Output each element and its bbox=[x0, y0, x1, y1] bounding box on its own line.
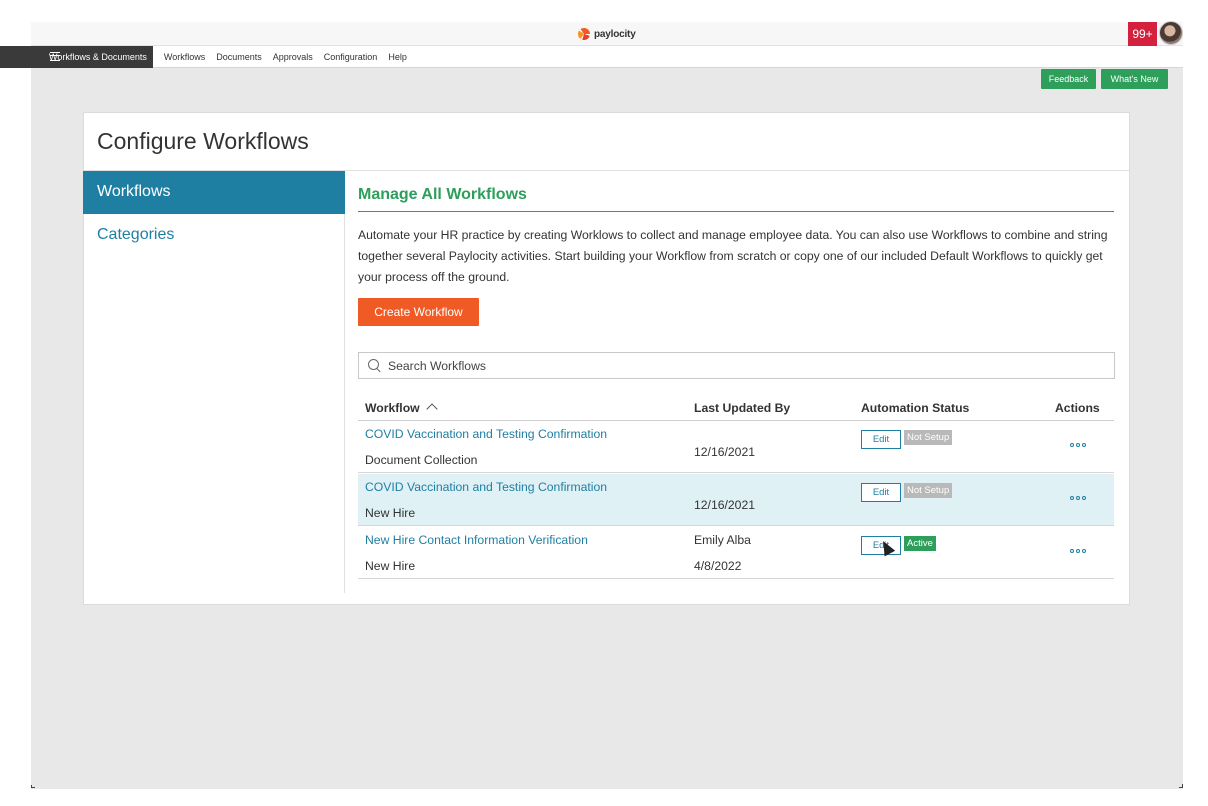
nav-item-configuration[interactable]: Configuration bbox=[324, 52, 378, 62]
section-title: Manage All Workflows bbox=[358, 186, 527, 203]
column-header-workflow[interactable]: Workflow bbox=[365, 401, 438, 415]
sidebar-item-workflows[interactable]: Workflows bbox=[83, 171, 345, 214]
sidebar-divider bbox=[344, 171, 345, 593]
section-divider bbox=[358, 211, 1114, 212]
search-input[interactable] bbox=[388, 358, 1088, 373]
last-updated-date: 12/16/2021 bbox=[694, 498, 755, 512]
column-header-last-updated-by: Last Updated By bbox=[694, 401, 791, 415]
status-badge: Not Setup bbox=[904, 483, 953, 498]
workflow-name-link[interactable]: COVID Vaccination and Testing Confirmati… bbox=[365, 480, 607, 494]
hamburger-icon bbox=[50, 51, 60, 61]
search-box[interactable] bbox=[358, 352, 1115, 379]
last-updated-date: 12/16/2021 bbox=[694, 445, 755, 459]
feedback-button[interactable]: Feedback bbox=[1041, 69, 1096, 89]
workflow-category: New Hire bbox=[365, 506, 416, 520]
workflows-documents-menu[interactable]: Workflows & Documents bbox=[0, 45, 153, 68]
workflow-name-link[interactable]: COVID Vaccination and Testing Confirmati… bbox=[365, 427, 607, 441]
logo-text: paylocity bbox=[594, 28, 636, 40]
status-badge: Active bbox=[904, 536, 936, 551]
paylocity-logo[interactable]: paylocity bbox=[578, 26, 636, 42]
create-workflow-button[interactable]: Create Workflow bbox=[358, 298, 479, 326]
table-row: COVID Vaccination and Testing Confirmati… bbox=[358, 421, 1114, 473]
whats-new-button[interactable]: What's New bbox=[1101, 69, 1168, 89]
sidebar-item-categories[interactable]: Categories bbox=[97, 226, 174, 244]
workflow-category: New Hire bbox=[365, 559, 416, 573]
column-header-automation-status: Automation Status bbox=[861, 401, 970, 415]
edit-automation-button[interactable]: Edit bbox=[861, 483, 901, 502]
description-text: Automate your HR practice by creating Wo… bbox=[358, 228, 1108, 284]
table-row: COVID Vaccination and Testing Confirmati… bbox=[358, 474, 1114, 526]
table-row: New Hire Contact Information Verificatio… bbox=[358, 527, 1114, 579]
nav-main-label: Workflows & Documents bbox=[49, 51, 147, 62]
page-title: Configure Workflows bbox=[97, 128, 309, 154]
search-icon bbox=[368, 358, 382, 373]
nav-bar: Workflows & Documents Workflows Document… bbox=[0, 45, 1183, 68]
workflow-name-link[interactable]: New Hire Contact Information Verificatio… bbox=[365, 533, 588, 547]
last-updated-date: 4/8/2022 bbox=[694, 559, 742, 573]
last-updated-by-name: Emily Alba bbox=[694, 533, 751, 547]
more-actions-icon[interactable] bbox=[1070, 496, 1086, 501]
notification-badge[interactable]: 99+ bbox=[1128, 22, 1157, 46]
window-corner-icon bbox=[31, 785, 35, 788]
more-actions-icon[interactable] bbox=[1070, 443, 1086, 448]
edit-automation-button[interactable]: Edit bbox=[861, 430, 901, 449]
paylocity-logo-icon bbox=[578, 28, 590, 40]
avatar[interactable] bbox=[1159, 21, 1183, 45]
nav-item-documents[interactable]: Documents bbox=[216, 52, 262, 62]
column-workflow-label: Workflow bbox=[365, 401, 420, 415]
more-actions-icon[interactable] bbox=[1070, 549, 1086, 554]
workflow-category: Document Collection bbox=[365, 453, 478, 467]
column-header-actions: Actions bbox=[1055, 401, 1100, 415]
status-badge: Not Setup bbox=[904, 430, 953, 445]
nav-item-workflows[interactable]: Workflows bbox=[164, 52, 205, 62]
sort-ascending-icon[interactable] bbox=[425, 403, 438, 415]
nav-item-help[interactable]: Help bbox=[388, 52, 407, 62]
nav-item-approvals[interactable]: Approvals bbox=[273, 52, 313, 62]
resize-corner-icon bbox=[1179, 784, 1183, 788]
